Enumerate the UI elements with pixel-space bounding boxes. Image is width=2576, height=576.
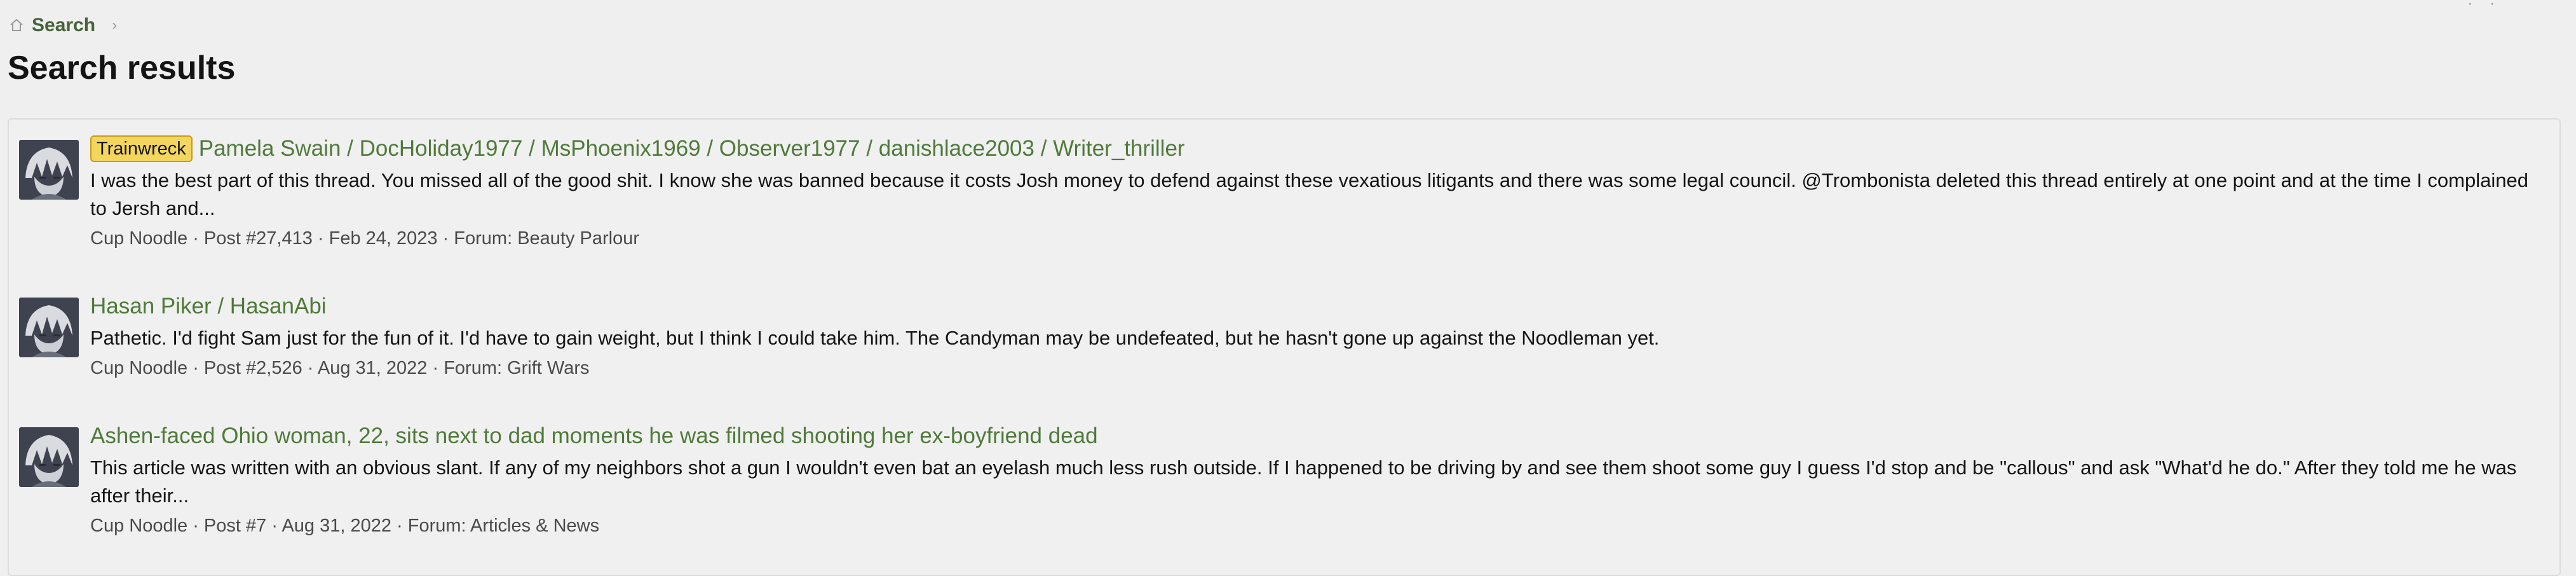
avatar[interactable] [19,140,79,200]
home-icon[interactable] [9,18,24,33]
breadcrumb-chevron-icon: › [112,17,118,34]
result-title-link[interactable]: Hasan Piker / HasanAbi [90,294,327,319]
search-results-list: Trainwreck Pamela Swain / DocHoliday1977 … [8,118,2561,576]
result-meta: Cup Noodle · Post #7 · Aug 31, 2022 · Fo… [90,516,600,536]
avatar[interactable] [19,298,79,357]
breadcrumb-search-link[interactable]: Search [32,15,95,36]
search-result-item: Trainwreck Pamela Swain / DocHoliday1977 … [19,134,2549,261]
result-snippet: Pathetic. I'd fight Sam just for the fun… [90,327,1660,349]
top-corner-glyphs: · · [2467,0,2501,12]
result-title-link[interactable]: Ashen-faced Ohio woman, 22, sits next to… [90,423,1098,448]
result-title: Ashen-faced Ohio woman, 22, sits next to… [90,421,2549,451]
avatar[interactable] [19,427,79,487]
thread-prefix-badge[interactable]: Trainwreck [90,135,193,162]
result-snippet: This article was written with an obvious… [90,456,2517,507]
search-result-item: Hasan Piker / HasanAbi Pathetic. I'd fig… [19,291,2549,387]
page-title: Search results [8,50,236,86]
result-title: Hasan Piker / HasanAbi [90,291,2549,322]
result-snippet: I was the best part of this thread. You … [90,169,2528,219]
breadcrumb: Search › [9,13,117,38]
result-meta: Cup Noodle · Post #27,413 · Feb 24, 2023… [90,228,640,249]
result-title: Trainwreck Pamela Swain / DocHoliday1977 … [90,134,2549,164]
result-title-link[interactable]: Pamela Swain / DocHoliday1977 / MsPhoeni… [199,136,1185,161]
result-meta: Cup Noodle · Post #2,526 · Aug 31, 2022 … [90,358,590,378]
search-result-item: Ashen-faced Ohio woman, 22, sits next to… [19,421,2549,548]
